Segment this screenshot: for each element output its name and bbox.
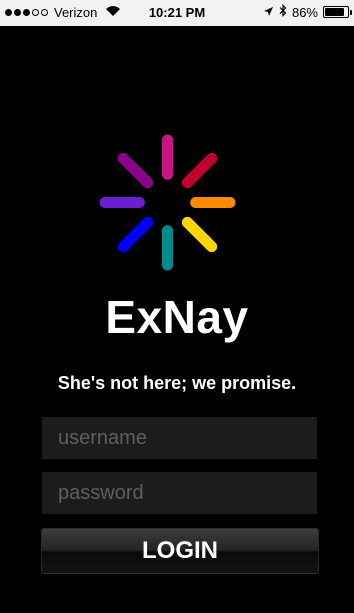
location-icon (263, 5, 274, 20)
logo-spoke (181, 216, 218, 253)
login-screen: Verizon 10:21 PM 86% ExNay She's not her… (0, 0, 354, 613)
battery-icon (323, 6, 352, 18)
bluetooth-icon (279, 4, 287, 20)
username-input[interactable] (42, 417, 317, 459)
status-bar: Verizon 10:21 PM 86% (0, 0, 354, 26)
password-input[interactable] (42, 472, 317, 514)
app-logo (99, 134, 236, 271)
app-tagline: She's not here; we promise. (57, 373, 297, 393)
login-button[interactable]: LOGIN (42, 529, 318, 573)
status-bar-right: 86% (263, 4, 352, 20)
logo-spoke (117, 152, 154, 189)
logo-spoke (181, 152, 218, 189)
app-title: ExNay (105, 291, 249, 343)
battery-percent: 86% (291, 4, 318, 20)
logo-spoke (117, 216, 154, 253)
